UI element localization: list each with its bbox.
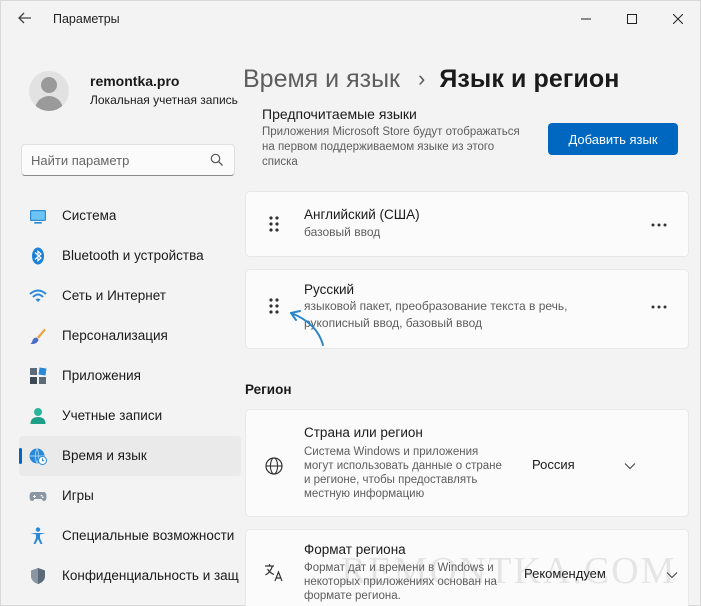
breadcrumb-parent[interactable]: Время и язык [243,65,400,94]
back-button[interactable] [15,11,35,29]
language-name: Русский [304,282,355,297]
account-icon [30,408,46,424]
sidebar-item-gaming[interactable]: Игры [19,476,241,516]
system-icon [30,210,46,224]
close-icon [673,14,683,24]
drag-handle-icon[interactable] [268,216,280,232]
maximize-button[interactable] [609,7,655,31]
sidebar-item-label: Специальные возможности [62,528,235,543]
sidebar-item-label: Bluetooth и устройства [62,248,204,263]
search-input[interactable]: Найти параметр [31,153,129,168]
more-options-icon[interactable] [648,220,670,230]
avatar[interactable] [29,71,69,111]
breadcrumb: Время и язык › Язык и регион [243,61,619,97]
search-box[interactable]: Найти параметр [21,144,235,176]
language-features: базовый ввод [304,225,381,239]
watermark: REMONTKA.COM [341,550,677,592]
preferred-languages-title: Предпочитаемые языки [262,106,417,122]
sidebar-item-bluetooth[interactable]: Bluetooth и устройства [19,236,241,276]
sidebar-nav: Система Bluetooth и устройства Сеть и Ин… [19,196,241,596]
user-name: remontka.pro [90,73,180,89]
add-language-button[interactable]: Добавить язык [548,123,678,155]
sidebar-item-personalization[interactable]: Персонализация [19,316,241,356]
minimize-button[interactable] [563,7,609,31]
sidebar-item-label: Время и язык [62,448,147,463]
sidebar-item-system[interactable]: Система [19,196,241,236]
back-arrow-icon [18,12,31,24]
breadcrumb-separator: › [417,66,426,91]
account-type: Локальная учетная запись [90,93,238,107]
language-name: Английский (США) [304,207,420,222]
sidebar-item-time-language[interactable]: Время и язык [19,436,241,476]
country-region-description: Система Windows и приложения могут испол… [304,446,502,500]
language-item-english[interactable]: Английский (США) базовый ввод [245,191,689,257]
apps-icon [30,367,47,384]
sidebar-item-label: Персонализация [62,328,168,343]
bluetooth-icon [32,247,44,265]
sidebar-item-label: Сеть и Интернет [62,288,166,303]
title-bar: Параметры [1,1,701,39]
language-features: языковой пакет, преобразование текста в … [304,299,568,330]
sidebar-item-accounts[interactable]: Учетные записи [19,396,241,436]
drag-handle-icon[interactable] [268,298,280,314]
accessibility-icon [30,527,46,544]
more-options-icon[interactable] [648,302,670,312]
maximize-icon [627,14,637,24]
chevron-down-icon[interactable] [624,462,636,470]
country-select[interactable]: Россия [532,457,575,472]
sidebar-item-label: Учетные записи [62,408,163,423]
page-title: Язык и регион [439,64,620,93]
country-region-row: Страна или регион Система Windows и прил… [245,409,689,517]
sidebar-item-apps[interactable]: Приложения [19,356,241,396]
sidebar-item-label: Конфиденциальность и защ [62,568,239,583]
sidebar-item-privacy[interactable]: Конфиденциальность и защ [19,556,241,596]
sidebar-item-label: Приложения [62,368,141,383]
app-title: Параметры [53,12,120,26]
sidebar-item-label: Игры [62,488,94,503]
sidebar-item-accessibility[interactable]: Специальные возможности [19,516,241,556]
sidebar-item-label: Система [62,208,117,223]
format-language-icon [265,564,283,582]
annotation-arrow-icon [290,310,324,346]
preferred-languages-description: Приложения Microsoft Store будут отображ… [262,126,520,168]
close-button[interactable] [655,7,701,31]
settings-window: Параметры remontka.pro Локальная учетная… [0,0,701,606]
shield-icon [31,568,45,584]
region-header: Регион [245,382,292,397]
time-language-icon [29,448,47,465]
gamepad-icon [29,492,47,501]
minimize-icon [581,18,591,20]
brush-icon [30,328,46,344]
country-region-title: Страна или регион [304,425,423,440]
globe-icon [265,457,283,475]
search-icon [210,153,223,166]
wifi-icon [29,289,47,302]
sidebar-item-network[interactable]: Сеть и Интернет [19,276,241,316]
